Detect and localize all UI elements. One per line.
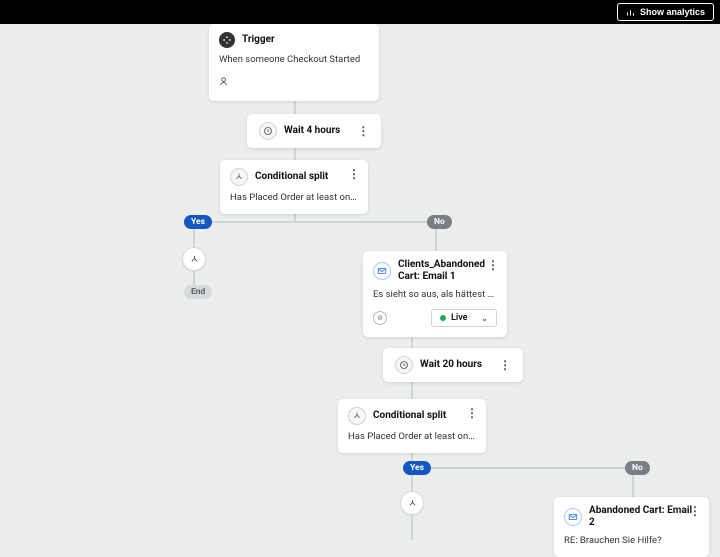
merge-junction[interactable]	[182, 247, 206, 271]
merge-junction[interactable]	[400, 491, 424, 515]
show-analytics-label: Show analytics	[640, 7, 705, 17]
show-analytics-button[interactable]: Show analytics	[617, 3, 714, 21]
status-label: Live	[451, 313, 468, 323]
email-icon	[373, 262, 391, 280]
node-conditional-split-1[interactable]: Conditional split ⋮ Has Placed Order at …	[220, 160, 368, 214]
connector	[411, 514, 413, 540]
clock-icon	[259, 122, 277, 140]
node-email-1[interactable]: Clients_Abandoned Cart: Email 1 ⋮ Es sie…	[363, 251, 507, 337]
node-trigger[interactable]: Trigger When someone Checkout Started	[209, 24, 379, 101]
profile-placeholder-icon	[219, 72, 369, 91]
branch-no-badge: No	[427, 215, 452, 229]
node-title: Conditional split	[255, 171, 328, 183]
node-title: Wait 4 hours	[284, 125, 340, 137]
node-email-2[interactable]: Abandoned Cart: Email 2 ⋮ RE: Brauchen S…	[554, 497, 709, 557]
node-more-button[interactable]: ⋮	[348, 168, 360, 180]
connector	[193, 221, 437, 223]
branch-yes-badge: Yes	[184, 215, 212, 229]
topbar: Show analytics	[0, 0, 720, 24]
connector	[411, 467, 634, 469]
node-conditional-split-2[interactable]: Conditional split ⋮ Has Placed Order at …	[338, 399, 486, 453]
node-desc: Has Placed Order at least once in the la…	[230, 192, 358, 204]
node-title: Trigger	[242, 34, 275, 46]
node-wait-20h[interactable]: Wait 20 hours ⋮	[383, 348, 523, 382]
connector	[411, 379, 413, 399]
bar-chart-icon	[626, 8, 635, 17]
split-icon	[348, 407, 366, 425]
node-desc: Has Placed Order at least once in the la…	[348, 431, 476, 443]
email-icon	[564, 508, 582, 526]
end-badge: End	[184, 285, 212, 299]
node-title: Wait 20 hours	[420, 359, 482, 371]
node-title: Abandoned Cart: Email 2	[589, 505, 699, 529]
node-desc: When someone Checkout Started	[219, 54, 369, 66]
branch-yes-badge: Yes	[403, 461, 431, 475]
split-icon	[230, 168, 248, 186]
node-wait-4h[interactable]: Wait 4 hours ⋮	[247, 114, 381, 148]
node-desc: Es sieht so aus, als hättest du etwas zu…	[373, 289, 497, 301]
node-desc: RE: Brauchen Sie Hilfe?	[564, 535, 699, 547]
branch-no-badge: No	[625, 461, 650, 475]
clock-icon	[395, 356, 413, 374]
node-title: Conditional split	[373, 410, 446, 422]
connector	[193, 269, 195, 285]
node-more-button[interactable]: ⋮	[689, 505, 701, 517]
node-more-button[interactable]: ⋮	[499, 359, 511, 371]
metrics-icon[interactable]: ⊘	[373, 311, 387, 325]
trigger-icon	[219, 32, 235, 48]
node-more-button[interactable]: ⋮	[466, 407, 478, 419]
flow-canvas[interactable]: Trigger When someone Checkout Started Wa…	[0, 24, 720, 540]
node-more-button[interactable]: ⋮	[357, 125, 369, 137]
chevron-down-icon: ⌄	[481, 314, 488, 323]
status-dot-icon	[440, 315, 446, 321]
node-more-button[interactable]: ⋮	[487, 259, 499, 271]
status-dropdown[interactable]: Live ⌄	[431, 309, 497, 327]
node-title: Clients_Abandoned Cart: Email 1	[398, 259, 497, 283]
